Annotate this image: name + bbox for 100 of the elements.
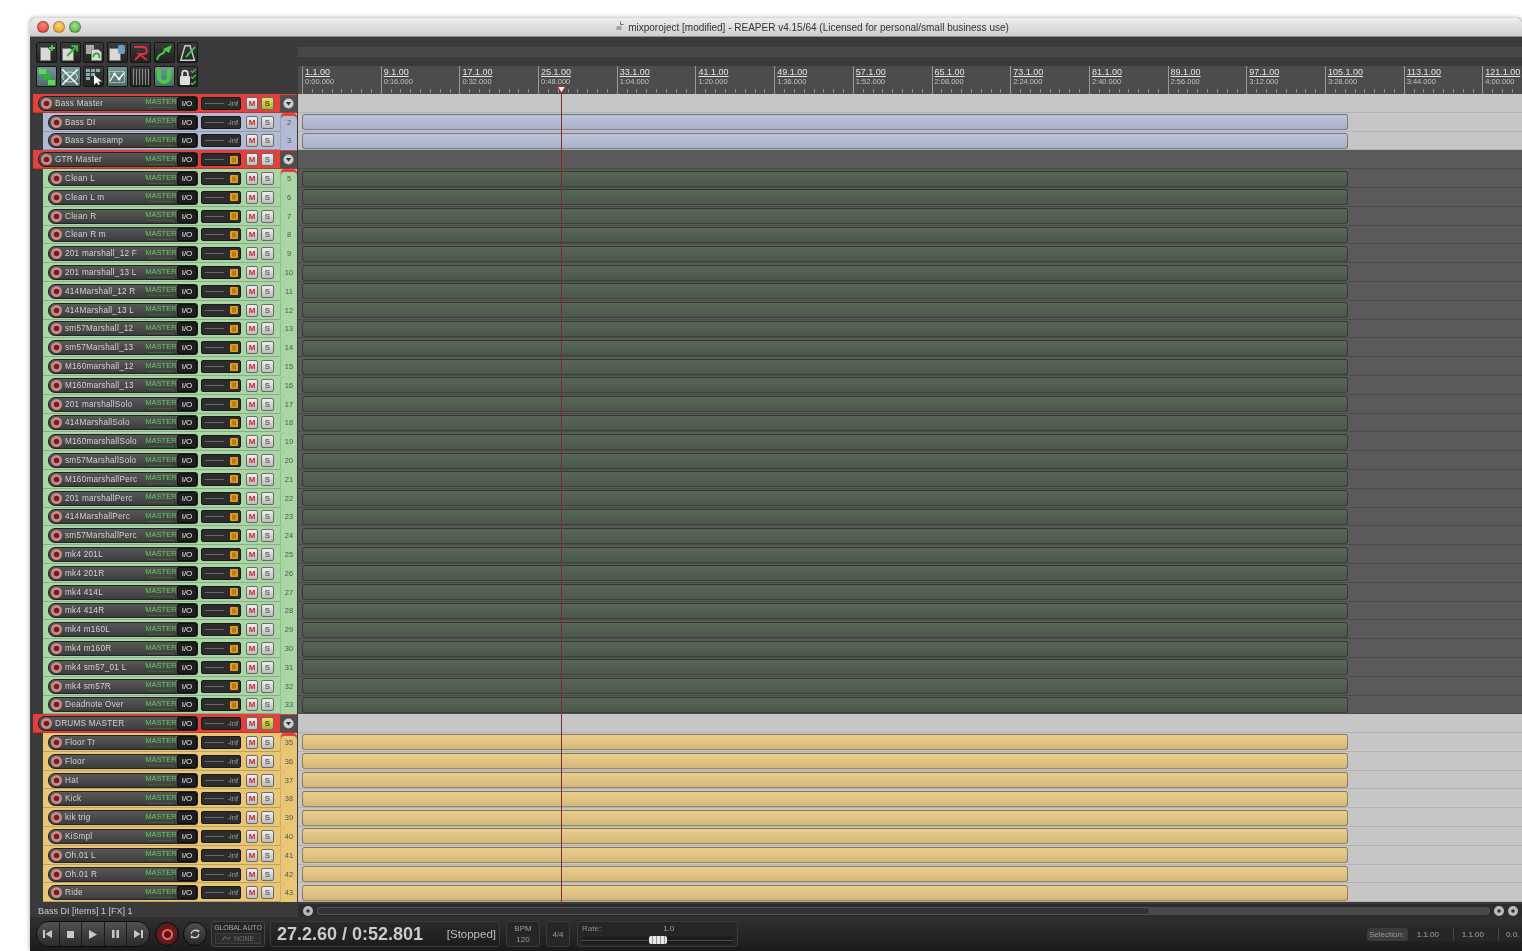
fader-knob-icon[interactable]	[230, 494, 238, 503]
track-name[interactable]: mk4 414L	[65, 587, 145, 597]
solo-button[interactable]: S	[261, 190, 274, 204]
io-button[interactable]: I/O	[177, 472, 197, 486]
pause-button[interactable]	[104, 922, 128, 946]
record-arm-icon[interactable]	[51, 586, 62, 598]
io-button[interactable]: I/O	[177, 416, 197, 430]
fader-knob-icon[interactable]	[230, 644, 238, 653]
mute-button[interactable]: M	[246, 247, 258, 261]
fader-knob-icon[interactable]	[230, 550, 238, 559]
fader-knob-icon[interactable]	[230, 569, 238, 578]
solo-button[interactable]: S	[261, 660, 274, 674]
mute-button[interactable]: M	[246, 435, 258, 449]
solo-button[interactable]: S	[261, 491, 274, 505]
solo-button[interactable]: S	[261, 548, 274, 561]
toolbar-button[interactable]	[177, 42, 198, 63]
track-name[interactable]: 201 marshallSolo	[65, 399, 145, 409]
io-button[interactable]: I/O	[177, 566, 197, 580]
close-icon[interactable]	[37, 21, 49, 33]
volume-fader[interactable]	[201, 322, 241, 336]
record-arm-icon[interactable]	[51, 361, 62, 373]
mute-button[interactable]: M	[246, 397, 258, 411]
volume-fader[interactable]	[201, 623, 241, 637]
fader-knob-icon[interactable]	[230, 249, 238, 258]
track-name[interactable]: 201 marshall_13 L	[65, 268, 145, 278]
toolbar-button[interactable]	[106, 42, 128, 63]
volume-fader[interactable]	[201, 172, 241, 186]
fader-knob-icon[interactable]	[230, 418, 238, 427]
solo-button[interactable]: S	[261, 303, 274, 317]
toolbar-button[interactable]	[83, 42, 104, 63]
record-arm-icon[interactable]	[51, 191, 62, 203]
mute-button[interactable]: M	[246, 548, 258, 561]
fader-knob-icon[interactable]	[230, 682, 238, 691]
io-button[interactable]: I/O	[177, 585, 197, 599]
mute-button[interactable]: M	[246, 510, 258, 524]
solo-button[interactable]: S	[261, 228, 274, 242]
mute-button[interactable]: M	[246, 848, 258, 862]
fader-knob-icon[interactable]	[230, 343, 238, 352]
solo-button[interactable]: S	[261, 848, 274, 862]
record-arm-icon[interactable]	[51, 492, 62, 504]
record-arm-icon[interactable]	[51, 812, 62, 824]
volume-fader[interactable]	[201, 566, 241, 580]
io-button[interactable]: I/O	[177, 454, 197, 468]
mute-button[interactable]: M	[246, 454, 258, 468]
track-name[interactable]: mk4 201R	[65, 568, 145, 578]
folder-toggle-icon[interactable]	[280, 715, 297, 733]
fader-knob-icon[interactable]	[230, 324, 238, 333]
horizontal-scrollbar[interactable]	[298, 904, 1522, 917]
track-name[interactable]: Bass Sansamp	[65, 136, 145, 146]
mute-button[interactable]: M	[246, 566, 258, 580]
fader-knob-icon[interactable]	[230, 193, 238, 202]
solo-button[interactable]: S	[261, 773, 274, 787]
volume-fader[interactable]	[201, 585, 241, 599]
record-arm-icon[interactable]	[51, 849, 62, 861]
io-button[interactable]: I/O	[177, 736, 197, 749]
volume-fader[interactable]	[201, 397, 241, 411]
fader-knob-icon[interactable]	[230, 606, 238, 615]
toolbar-button[interactable]	[36, 42, 57, 63]
dot-circle-icon[interactable]	[303, 905, 313, 916]
rate-slider-thumb[interactable]	[648, 936, 667, 944]
mute-button[interactable]: M	[246, 172, 258, 186]
io-button[interactable]: I/O	[177, 228, 197, 242]
track-name[interactable]: kik trig	[65, 813, 145, 823]
io-button[interactable]: I/O	[177, 848, 197, 862]
record-arm-icon[interactable]	[51, 379, 62, 391]
fader-knob-icon[interactable]	[230, 437, 238, 446]
record-arm-icon[interactable]	[51, 624, 62, 636]
mute-button[interactable]: M	[246, 228, 258, 242]
solo-button[interactable]: S	[261, 529, 274, 543]
record-arm-icon[interactable]	[51, 173, 62, 185]
solo-button[interactable]: S	[261, 754, 274, 768]
io-button[interactable]: I/O	[177, 284, 197, 298]
fader-knob-icon[interactable]	[230, 663, 238, 672]
io-button[interactable]: I/O	[177, 134, 197, 148]
track-name[interactable]: sm57MarshallSolo	[65, 456, 145, 466]
solo-button[interactable]: S	[261, 266, 274, 280]
volume-fader[interactable]	[201, 341, 241, 355]
mute-button[interactable]: M	[246, 209, 258, 223]
volume-fader[interactable]	[201, 660, 241, 674]
io-button[interactable]: I/O	[177, 754, 197, 768]
record-arm-icon[interactable]	[51, 605, 62, 617]
mute-button[interactable]: M	[246, 115, 258, 129]
solo-button[interactable]: S	[261, 642, 274, 655]
mute-button[interactable]: M	[246, 134, 258, 148]
mute-button[interactable]: M	[246, 341, 258, 355]
io-button[interactable]: I/O	[177, 698, 197, 712]
volume-fader[interactable]	[201, 510, 241, 524]
record-arm-icon[interactable]	[51, 868, 62, 880]
mute-button[interactable]: M	[246, 698, 258, 712]
record-arm-icon[interactable]	[51, 737, 62, 748]
solo-button[interactable]: S	[261, 378, 274, 392]
fader-knob-icon[interactable]	[230, 588, 238, 597]
mute-button[interactable]: M	[246, 416, 258, 430]
track-name[interactable]: sm57Marshall_12	[65, 324, 145, 334]
io-button[interactable]: I/O	[177, 886, 197, 900]
fader-knob-icon[interactable]	[230, 700, 238, 709]
io-button[interactable]: I/O	[177, 623, 197, 637]
record-arm-icon[interactable]	[51, 643, 62, 654]
mute-button[interactable]: M	[246, 736, 258, 749]
solo-button[interactable]: S	[261, 247, 274, 261]
